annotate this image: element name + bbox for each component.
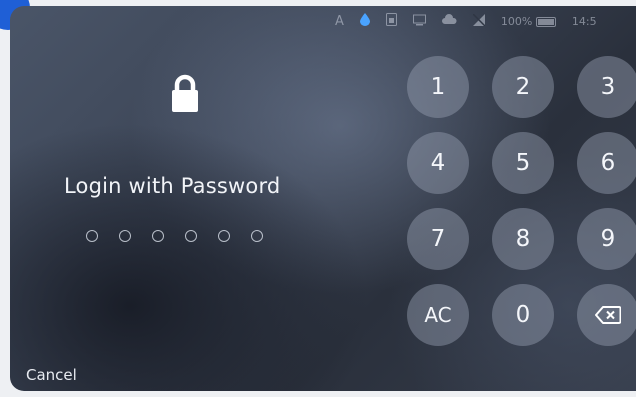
key-1[interactable]: 1	[407, 56, 469, 118]
no-signal-icon	[472, 12, 486, 29]
pin-dot	[218, 230, 230, 242]
pin-indicator	[86, 230, 263, 242]
cancel-button[interactable]: Cancel	[26, 366, 77, 384]
login-pane: Login with Password Cancel	[10, 6, 390, 391]
clock: 14:5	[571, 14, 597, 28]
backspace-icon	[595, 306, 621, 324]
key-9[interactable]: 9	[577, 208, 636, 270]
battery-status: 100%	[501, 15, 556, 28]
monitor-icon	[412, 13, 426, 29]
key-0[interactable]: 0	[492, 284, 554, 346]
key-8[interactable]: 8	[492, 208, 554, 270]
numeric-keypad: 1 2 3 4 5 6 7 8 9 AC 0	[407, 56, 636, 346]
pin-dot	[86, 230, 98, 242]
lock-screen: A 100% 14:5 Login with Password Cancel 1…	[10, 6, 636, 391]
pin-dot	[119, 230, 131, 242]
page-title: Login with Password	[64, 174, 281, 198]
battery-percent: 100%	[500, 14, 533, 28]
key-3[interactable]: 3	[577, 56, 636, 118]
key-4[interactable]: 4	[407, 132, 469, 194]
lock-icon	[172, 74, 198, 112]
key-2[interactable]: 2	[492, 56, 554, 118]
pin-dot	[251, 230, 263, 242]
pin-dot	[152, 230, 164, 242]
clear-all-button[interactable]: AC	[407, 284, 469, 346]
key-6[interactable]: 6	[577, 132, 636, 194]
key-5[interactable]: 5	[492, 132, 554, 194]
battery-icon	[535, 16, 556, 27]
key-7[interactable]: 7	[407, 208, 469, 270]
pin-dot	[185, 230, 197, 242]
cloud-icon	[441, 14, 457, 28]
backspace-button[interactable]	[577, 284, 636, 346]
